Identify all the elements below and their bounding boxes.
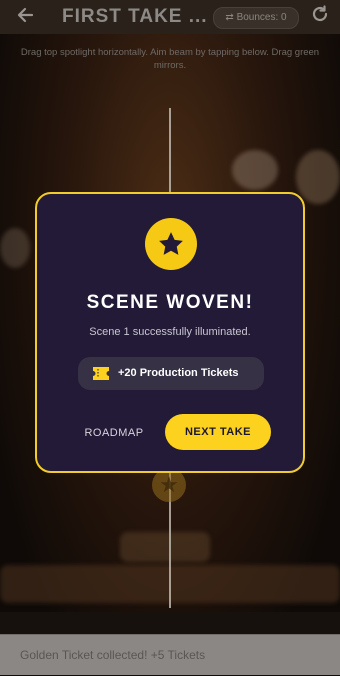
ticket-icon: [93, 367, 109, 380]
dialog-subtitle: Scene 1 successfully illuminated.: [89, 326, 251, 338]
star-icon: [145, 218, 197, 270]
instructions-text: Drag top spotlight horizontally. Aim bea…: [20, 47, 320, 71]
golden-ticket-star-icon: ★: [152, 468, 186, 502]
stage-light-glow: [296, 150, 340, 204]
reward-text: +20 Production Tickets: [118, 367, 239, 379]
bounces-label: Bounces: 0: [236, 12, 287, 23]
top-bar: FIRST TAKE ... ⇄ Bounces: 0: [0, 0, 340, 34]
bounces-counter: ⇄ Bounces: 0: [213, 7, 299, 29]
stage-light-glow: [0, 228, 30, 268]
next-take-button[interactable]: NEXT TAKE: [165, 414, 271, 450]
scene-complete-dialog: SCENE WOVEN! Scene 1 successfully illumi…: [35, 192, 305, 473]
toast-message: Golden Ticket collected! +5 Tickets: [0, 634, 340, 675]
arrow-left-icon[interactable]: [14, 6, 36, 28]
dialog-title: SCENE WOVEN!: [86, 292, 254, 313]
refresh-icon[interactable]: [309, 5, 331, 27]
roadmap-button[interactable]: ROADMAP: [75, 416, 153, 450]
stage-floor: [0, 612, 340, 634]
reward-badge: +20 Production Tickets: [78, 357, 264, 390]
page-title: FIRST TAKE ...: [62, 6, 208, 27]
stage-light-glow: [120, 532, 210, 562]
stage-light-glow: [232, 150, 278, 190]
bounce-icon: ⇄: [225, 12, 234, 23]
